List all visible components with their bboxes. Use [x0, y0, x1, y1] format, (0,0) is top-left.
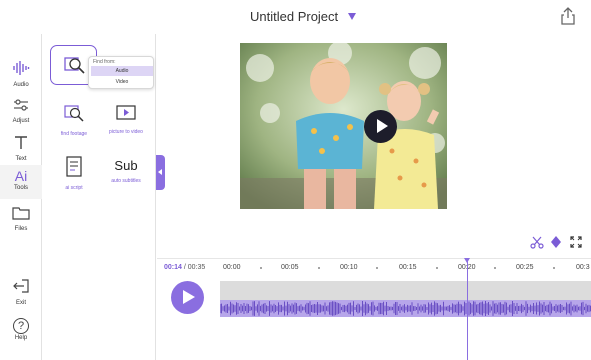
text-icon: [15, 136, 27, 149]
rail-item-audio[interactable]: Audio: [0, 60, 42, 90]
tool-ai-script[interactable]: ai script: [50, 156, 98, 191]
find-from-option-video[interactable]: Video: [91, 77, 153, 87]
project-title[interactable]: Untitled Project: [250, 9, 338, 24]
tool-auto-subtitles[interactable]: Sub auto subtitles: [102, 156, 150, 184]
rail-label: Adjust: [12, 118, 30, 124]
time-tick: 00:15: [399, 264, 417, 271]
ai-icon: Ai: [14, 168, 28, 184]
sliders-icon: [14, 99, 28, 111]
video-preview[interactable]: [240, 43, 447, 209]
rail-item-files[interactable]: Files: [0, 206, 42, 236]
rail-label: Audio: [13, 82, 29, 88]
picture-to-video-icon: [116, 105, 136, 120]
tick-dot: [260, 267, 262, 269]
rail-label: Files: [14, 226, 28, 232]
find-footage-icon: [64, 57, 85, 74]
tool-picture-to-video[interactable]: picture to video: [102, 104, 150, 135]
audio-waveform[interactable]: [220, 300, 591, 317]
tick-dot: [318, 267, 320, 269]
rail-item-help[interactable]: ? Help: [0, 316, 42, 348]
collapse-panel-button[interactable]: [156, 155, 165, 190]
find-from-menu: Find from: Audio Video: [88, 56, 154, 89]
search-document-icon: [64, 105, 84, 122]
tool-label: ai script: [65, 185, 83, 191]
time-tick: 00:25: [516, 264, 534, 271]
scissors-icon[interactable]: [530, 235, 544, 249]
rail-label: Tools: [13, 185, 28, 191]
total-time: 00:35: [187, 264, 206, 271]
rail-item-text[interactable]: Text: [0, 134, 42, 164]
tick-dot: [553, 267, 555, 269]
tool-find-footage[interactable]: find footage: [50, 104, 98, 137]
time-tick: 00:05: [281, 264, 299, 271]
rail-item-adjust[interactable]: Adjust: [0, 98, 42, 128]
time-tick: 00:00: [223, 264, 241, 271]
find-from-option-audio[interactable]: Audio: [91, 66, 153, 76]
chevron-down-icon[interactable]: [348, 13, 356, 20]
playhead-handle[interactable]: [464, 258, 470, 263]
tick-dot: [376, 267, 378, 269]
exit-icon: [13, 279, 29, 293]
rail-label: Exit: [15, 300, 26, 306]
tool-label: picture to video: [109, 129, 143, 135]
playhead[interactable]: [467, 261, 468, 360]
left-rail: Audio Adjust Text Ai Tools Files Exit ?: [0, 34, 42, 360]
rail-label: Help: [14, 335, 28, 341]
rail-item-exit[interactable]: Exit: [0, 278, 42, 308]
fullscreen-icon[interactable]: [569, 235, 583, 249]
tick-dot: [436, 267, 438, 269]
keyframe-icon[interactable]: [549, 235, 563, 249]
current-time: 00:14: [164, 264, 182, 271]
folder-icon: [12, 207, 30, 220]
waveform-icon: [13, 61, 30, 75]
script-icon: [66, 156, 82, 177]
time-tick: 00:10: [340, 264, 358, 271]
timecode: 00:14 / 00:35: [164, 264, 205, 271]
app-header: Untitled Project: [0, 0, 591, 34]
preview-play-button[interactable]: [364, 110, 397, 143]
tick-dot: [494, 267, 496, 269]
rail-item-tools[interactable]: Ai Tools: [0, 165, 42, 199]
subtitles-icon: Sub: [114, 158, 138, 173]
time-tick: 00:3: [576, 264, 590, 271]
tool-label: auto subtitles: [111, 178, 141, 184]
rail-label: Text: [15, 156, 27, 162]
tool-label: find footage: [60, 131, 88, 137]
find-from-title: Find from:: [93, 59, 116, 65]
timeline-play-button[interactable]: [171, 281, 204, 314]
help-icon: ?: [13, 318, 29, 334]
share-icon[interactable]: [559, 6, 577, 26]
